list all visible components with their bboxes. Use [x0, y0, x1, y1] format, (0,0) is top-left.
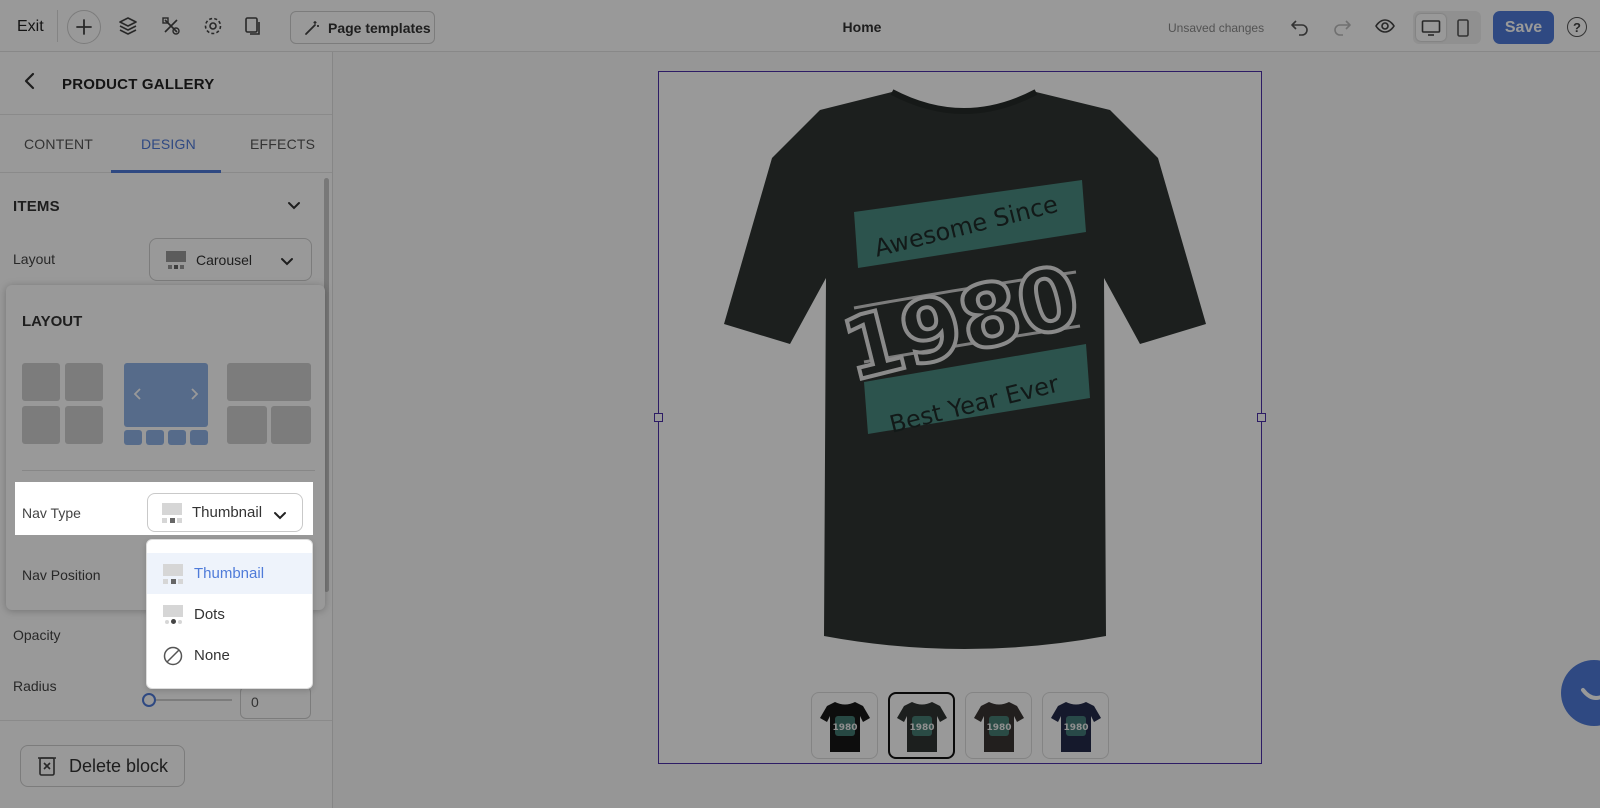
thumbnail-nav-icon [162, 502, 182, 523]
chevron-down-icon [274, 512, 286, 520]
nav-type-dropdown: Thumbnail Dots None [146, 539, 313, 689]
dots-nav-icon [163, 604, 183, 625]
nav-option-label: None [194, 647, 230, 664]
nav-option-thumbnail[interactable]: Thumbnail [147, 553, 312, 594]
none-circle-icon [163, 646, 183, 665]
nav-type-value: Thumbnail [192, 504, 263, 521]
nav-option-dots[interactable]: Dots [147, 594, 312, 635]
nav-type-row: Nav Type Thumbnail [15, 482, 313, 535]
thumbnail-nav-icon [163, 563, 183, 584]
nav-option-none[interactable]: None [147, 635, 312, 676]
nav-type-label: Nav Type [22, 505, 81, 521]
nav-option-label: Dots [194, 606, 225, 623]
nav-type-select[interactable]: Thumbnail [147, 493, 303, 532]
nav-option-label: Thumbnail [194, 565, 265, 582]
